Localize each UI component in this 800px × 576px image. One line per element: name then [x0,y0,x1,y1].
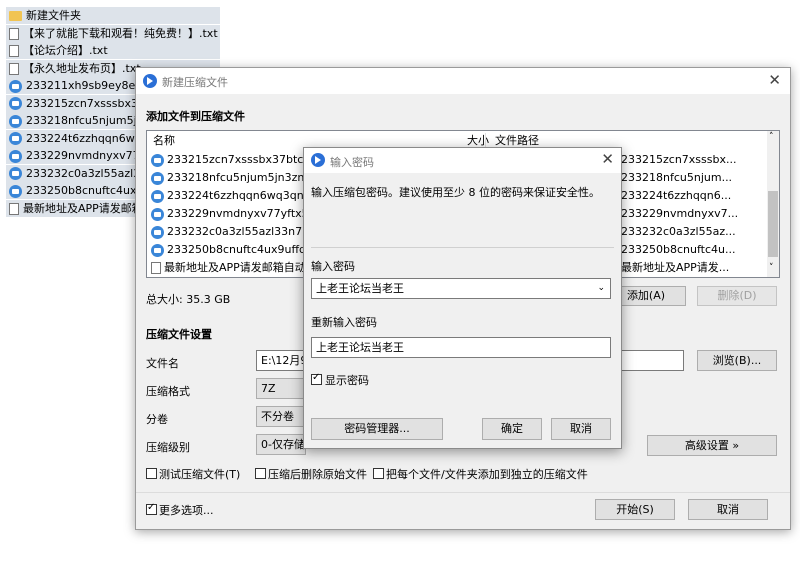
more-options-label[interactable]: 更多选项... [159,502,214,518]
delete-button[interactable]: 删除(D) [697,286,777,306]
gif-file-icon [151,207,164,221]
split-label: 分卷 [146,413,168,426]
close-icon[interactable]: ✕ [768,73,781,88]
level-label: 压缩级别 [146,441,190,454]
close-icon[interactable]: ✕ [601,152,614,167]
folder-icon [9,11,22,21]
background-file-row[interactable]: 新建文件夹 [6,7,220,24]
file-name-cell: 233215zcn7xsssbx37btcu.gif [151,150,328,169]
show-password-label[interactable]: 显示密码 [325,372,369,388]
app-logo-icon [143,74,157,88]
file-path: 233232c0a3zl55az... [621,225,736,238]
text-file-icon [9,27,19,40]
text-file-icon [9,45,19,57]
format-label: 压缩格式 [146,385,190,398]
filename-label: 文件名 [146,357,179,370]
add-files-heading: 添加文件到压缩文件 [146,110,245,123]
background-file-name: 新建文件夹 [26,9,81,22]
file-path: 233224t6zzhqqn6... [621,189,732,202]
more-options-checkbox[interactable] [146,502,157,515]
level-select[interactable]: 0-仅存储 [256,434,306,455]
password-dialog: 输入密码 ✕ 输入压缩包密码。建议使用至少 8 位的密码来保证安全性。 输入密码… [303,147,622,449]
gif-file-icon [9,167,22,180]
scroll-down-icon[interactable]: ˅ [769,263,774,273]
background-file-name: 【论坛介绍】.txt [23,44,108,57]
password-dialog-title: 输入密码 [330,156,374,169]
test-archive-checkbox[interactable] [146,468,157,479]
password-label: 输入密码 [311,260,355,273]
background-file-name: 【永久地址发布页】.txt [23,61,141,75]
format-select[interactable]: 7Z [256,378,306,399]
scroll-up-icon[interactable]: ˄ [769,132,774,142]
gif-file-icon [9,114,22,128]
confirm-password-label: 重新输入密码 [311,316,377,329]
delete-after-label[interactable]: 压缩后删除原始文件 [268,466,367,482]
gif-file-icon [9,79,22,93]
delete-after-checkbox[interactable] [255,468,266,479]
confirm-password-input[interactable]: 上老王论坛当老王 [311,337,611,358]
footer-divider [136,492,790,493]
column-divider [485,133,486,148]
file-path: 233229nvmdnyxv7... [621,207,739,220]
file-name: 最新地址及APP请发邮箱自动获 [164,261,317,274]
file-path: 最新地址及APP请发... [621,261,730,274]
browse-button[interactable]: 浏览(B)... [697,350,777,371]
chevron-down-icon[interactable]: ⌄ [597,279,605,298]
password-manager-button[interactable]: 密码管理器... [311,418,443,440]
file-name-cell: 最新地址及APP请发邮箱自动获 [151,258,317,277]
gif-file-icon [151,189,164,203]
gif-file-icon [9,97,22,110]
advanced-settings-button[interactable]: 高级设置 » [647,435,777,456]
vertical-scrollbar[interactable]: ˄ ˅ [767,131,779,277]
separate-archives-checkbox[interactable] [373,468,384,479]
text-file-icon [9,62,19,75]
total-size: 总大小: 35.3 GB [146,293,231,306]
main-cancel-button[interactable]: 取消 [688,499,768,520]
show-password-checkbox[interactable] [311,372,322,385]
column-name-header[interactable]: 名称 [153,131,175,150]
app-logo-icon [311,153,325,167]
file-name: 233250b8cnuftc4ux9uffq.gif [167,243,324,256]
test-archive-label[interactable]: 测试压缩文件(T) [159,466,240,482]
ok-button[interactable]: 确定 [482,418,542,440]
text-file-icon [151,262,161,274]
gif-file-icon [9,132,22,145]
file-name-cell: 233250b8cnuftc4ux9uffq.gif [151,240,323,259]
gif-file-icon [151,243,164,257]
gif-file-icon [151,225,164,239]
password-input[interactable]: 上老王论坛当老王 ⌄ [311,278,611,299]
password-hint: 输入压缩包密码。建议使用至少 8 位的密码来保证安全性。 [311,186,600,199]
title-bar[interactable]: 新建压缩文件 ✕ [136,68,790,94]
dialog-title: 新建压缩文件 [162,76,228,89]
file-path: 233218nfcu5njum... [621,171,733,184]
file-path: 233250b8cnuftc4u... [621,243,736,256]
split-select[interactable]: 不分卷 [256,406,306,427]
scroll-thumb[interactable] [768,191,778,257]
password-value: 上老王论坛当老王 [316,282,404,295]
password-cancel-button[interactable]: 取消 [551,418,611,440]
background-file-name: 【来了就能下载和观看！纯免费！】.txt [23,26,218,40]
gif-file-icon [151,153,164,167]
separate-archives-label[interactable]: 把每个文件/文件夹添加到独立的压缩文件 [386,466,588,482]
gif-file-icon [151,171,164,185]
start-button[interactable]: 开始(S) [595,499,675,520]
settings-heading: 压缩文件设置 [146,328,212,341]
gif-file-icon [9,184,22,198]
hint-divider [311,247,614,248]
gif-file-icon [9,149,22,163]
text-file-icon [9,202,19,215]
background-file-row[interactable]: 【来了就能下载和观看！纯免费！】.txt [6,24,220,42]
background-file-row[interactable]: 【论坛介绍】.txt [6,42,220,59]
password-title-bar[interactable]: 输入密码 ✕ [304,148,621,173]
file-path: 233215zcn7xsssbx... [621,153,737,166]
